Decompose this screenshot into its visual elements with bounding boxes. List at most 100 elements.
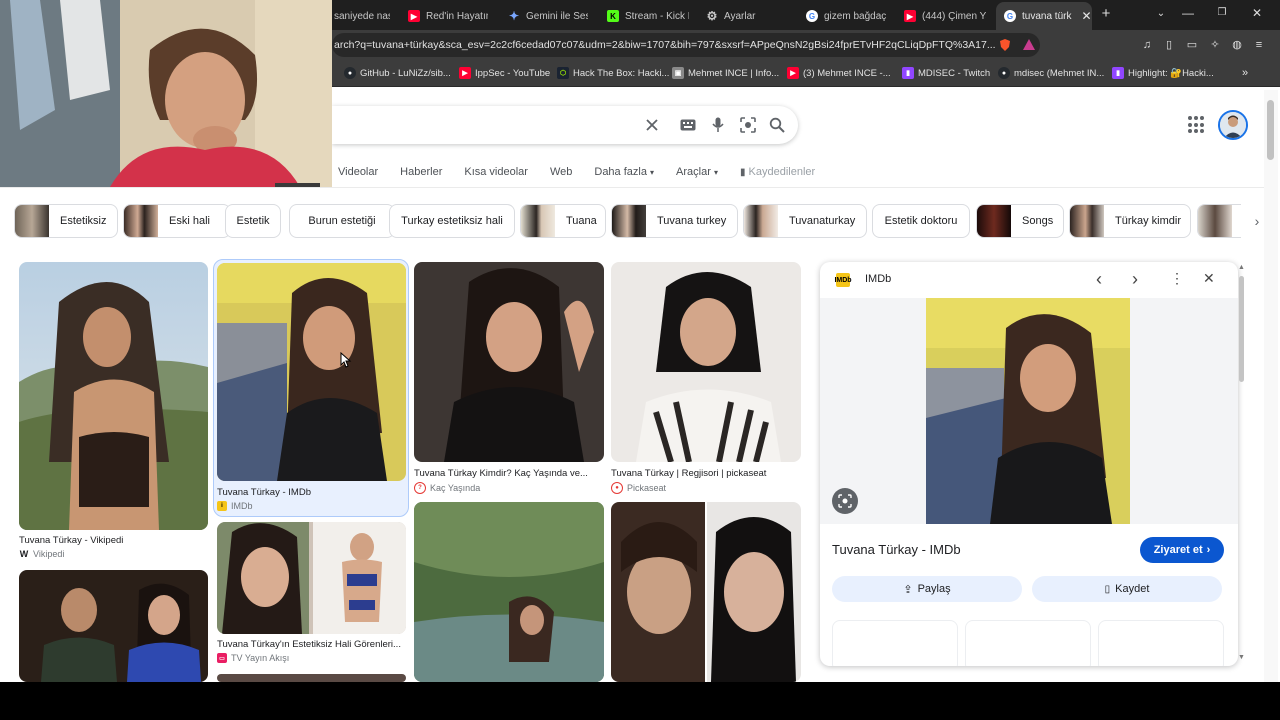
chip-tuana[interactable]: Tuana: [520, 204, 606, 238]
new-tab-button[interactable]: +: [1096, 5, 1116, 22]
avatar[interactable]: [1218, 110, 1248, 140]
chip-estetik[interactable]: Estetik: [225, 204, 281, 238]
scroll-up-icon[interactable]: ▲: [1238, 264, 1245, 271]
chip-tuvanaturkay[interactable]: Tuvanaturkay: [743, 204, 867, 238]
chip-turkay-estetiksiz-hali[interactable]: Turkay estetiksiz hali: [389, 204, 515, 238]
sidebar-icon[interactable]: ▯: [1162, 38, 1176, 52]
restore-button[interactable]: ❐: [1212, 7, 1232, 18]
imdb-icon: i: [217, 501, 227, 511]
chip-tuvana-turkey[interactable]: Tuvana turkey: [611, 204, 738, 238]
result-card-partial[interactable]: [217, 674, 406, 682]
wikipedia-icon: W: [19, 549, 29, 559]
chip-burun-estetigi[interactable]: Burun estetiği: [289, 204, 395, 238]
leo-icon[interactable]: ✧: [1208, 38, 1222, 52]
result-card-pickaseat[interactable]: Tuvana Türkay | Regjisori | pickaseat ● …: [611, 262, 801, 494]
tab-daha-fazla[interactable]: Daha fazla ▾: [582, 160, 664, 186]
more-vert-icon[interactable]: ⋮: [1170, 270, 1184, 287]
bookmark-highlight[interactable]: ▮ Highlight: 🔐Hacki...: [1112, 65, 1214, 81]
tab-3[interactable]: ✦ Gemini ile Sesli: [508, 4, 588, 28]
result-card-vikipedi[interactable]: Tuvana Türkay - Vikipedi W Vikipedi: [19, 262, 208, 562]
bookmark-mehmet-ince[interactable]: ▣ Mehmet INCE | Info...: [672, 65, 779, 81]
tab-label: Kısa videolar: [464, 166, 528, 178]
result-image: [414, 262, 604, 462]
tab-6[interactable]: G gizem bağdaçı: [806, 4, 886, 28]
tab-kisa-videolar[interactable]: Kısa videolar: [452, 160, 538, 186]
chip-eski-hali[interactable]: Eski hali: [123, 204, 231, 238]
lens-search-icon[interactable]: [832, 488, 858, 514]
brave-shield-icon[interactable]: [998, 38, 1012, 52]
tab-haberler[interactable]: Haberler: [388, 160, 452, 186]
bookmark-mehmet-youtube[interactable]: ▶ (3) Mehmet INCE -...: [787, 65, 891, 81]
tab-label: Ayarlar: [724, 10, 756, 22]
wallet-icon[interactable]: ▭: [1185, 38, 1199, 52]
result-card-lake[interactable]: [414, 502, 604, 682]
tab-web[interactable]: Web: [538, 160, 582, 186]
image-preview-panel: IMDb IMDb ‹ › ⋮ ✕ Tuvana Türkay - IMDb Z…: [820, 262, 1238, 666]
chevron-right-icon[interactable]: ›: [1132, 269, 1138, 290]
chip-estetiksiz[interactable]: Estetiksiz: [14, 204, 118, 238]
bookmark-mdisec-github[interactable]: ● mdisec (Mehmet IN...: [998, 65, 1104, 81]
chip-estetik-doktoru[interactable]: Estetik doktoru: [872, 204, 970, 238]
brave-rewards-icon[interactable]: [1022, 38, 1036, 52]
youtube-icon: ▶: [408, 10, 420, 22]
visit-button[interactable]: Ziyaret et ›: [1140, 537, 1224, 563]
chip-label: Burun estetiği: [308, 215, 376, 227]
close-tab-icon[interactable]: ✕: [1081, 9, 1091, 23]
result-card-comparison[interactable]: [611, 502, 801, 682]
chip-label: Tuana: [566, 215, 597, 227]
tab-5[interactable]: ⚙ Ayarlar: [706, 4, 786, 28]
bookmark-github[interactable]: ● GitHub - LuNiZz/sib...: [344, 65, 451, 81]
chip-partial[interactable]: [1197, 204, 1241, 238]
bookmark-label: IppSec - YouTube: [475, 67, 551, 79]
bookmark-label: MDISEC - Twitch: [918, 67, 991, 79]
clear-icon[interactable]: [643, 116, 661, 134]
tab-araclar[interactable]: Araçlar ▾: [664, 160, 728, 186]
tab-active[interactable]: G tuvana türk ✕: [996, 2, 1092, 30]
tab-label: (444) Çimen Yal: [922, 10, 986, 22]
keyboard-icon[interactable]: [679, 116, 697, 134]
save-button[interactable]: ▯ Kaydet: [1032, 576, 1222, 602]
chip-songs[interactable]: Songs: [976, 204, 1064, 238]
scroll-down-icon[interactable]: ▼: [1238, 654, 1245, 661]
chip-label: Songs: [1022, 215, 1054, 227]
result-card-tv-yayin-akisi[interactable]: Tuvana Türkay'ın Estetiksiz Hali Görenle…: [217, 522, 406, 666]
page-scrollbar[interactable]: [1264, 90, 1278, 682]
panel-title[interactable]: Tuvana Türkay - IMDb: [832, 542, 961, 557]
more-bookmarks-icon[interactable]: »: [1242, 65, 1248, 81]
tab-2[interactable]: ▶ Red'in Hayatını: [408, 4, 488, 28]
lens-icon[interactable]: [739, 116, 757, 134]
panel-scrollbar[interactable]: ▲ ▼: [1238, 264, 1246, 664]
bookmark-label: mdisec (Mehmet IN...: [1014, 67, 1105, 79]
bookmark-ippsec[interactable]: ▶ IppSec - YouTube: [459, 65, 550, 81]
chip-turkay-kimdir[interactable]: Türkay kimdir: [1069, 204, 1191, 238]
panel-header: IMDb IMDb ‹ › ⋮ ✕: [820, 262, 1238, 296]
bookmark-mdisec-twitch[interactable]: ▮ MDISEC - Twitch: [902, 65, 990, 81]
result-card-kac-yasinda[interactable]: Tuvana Türkay Kimdir? Kaç Yaşında ve... …: [414, 262, 604, 494]
preview-image[interactable]: [926, 298, 1130, 524]
search-icon[interactable]: [768, 116, 786, 134]
music-icon[interactable]: ♫: [1140, 38, 1154, 52]
close-icon[interactable]: ✕: [1203, 270, 1215, 287]
result-card-couple[interactable]: [19, 570, 208, 682]
minimize-button[interactable]: —: [1178, 6, 1198, 20]
microphone-icon[interactable]: [709, 116, 727, 134]
vpn-icon[interactable]: ◍: [1230, 38, 1244, 52]
chevron-left-icon[interactable]: ‹: [1096, 269, 1102, 290]
chevron-down-icon[interactable]: ⌄: [1151, 8, 1171, 19]
bookmark-htb[interactable]: ⬡ Hack The Box: Hacki...: [557, 65, 669, 81]
share-button[interactable]: ⇪ Paylaş: [832, 576, 1022, 602]
close-window-button[interactable]: ✕: [1247, 6, 1267, 20]
scrollbar-thumb[interactable]: [1239, 276, 1244, 382]
apps-grid-icon[interactable]: [1188, 116, 1206, 134]
address-bar[interactable]: arch?q=tuvana+türkay&sca_esv=2c2cf6cedad…: [332, 33, 1040, 57]
result-card-imdb[interactable]: Tuvana Türkay - IMDb i IMDb: [217, 263, 406, 513]
tab-kaydedilenler[interactable]: ▮ Kaydedilenler: [728, 160, 825, 186]
tab-videolar[interactable]: Videolar: [332, 160, 388, 186]
result-image: [611, 262, 801, 462]
tab-4[interactable]: K Stream - Kick D: [607, 4, 689, 28]
tab-7[interactable]: ▶ (444) Çimen Yal: [904, 4, 986, 28]
tab-1[interactable]: saniyede nası: [334, 4, 390, 28]
scrollbar-thumb[interactable]: [1267, 100, 1274, 160]
menu-icon[interactable]: ≡: [1252, 38, 1266, 52]
youtube-icon: ▶: [459, 67, 471, 79]
